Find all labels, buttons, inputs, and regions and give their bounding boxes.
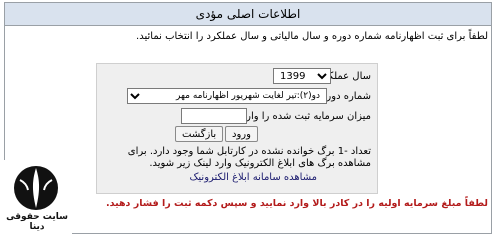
tax-form: سال عملکرد: 1399 شماره دوره: دو(۲):تیر ل… (96, 63, 378, 194)
unread-notice: تعداد -1 برگ خوانده نشده در کارتابل شما … (127, 146, 371, 169)
scales-icon (14, 166, 58, 210)
period-select[interactable]: دو(۲):تیر لغایت شهریور اظهارنامه مهر (127, 88, 327, 104)
year-select[interactable]: 1399 (273, 68, 331, 84)
back-button[interactable]: بازگشت (175, 126, 224, 142)
watermark-label: سایت حقوقی دینا (6, 212, 68, 232)
enter-button[interactable]: ورود (225, 126, 258, 142)
e-notice-link[interactable]: مشاهده سامانه ابلاغ الکترونیک (189, 172, 317, 183)
warning-text: لطفاً مبلغ سرمایه اولیه را در کادر بالا … (106, 198, 488, 209)
intro-text: لطفاً برای ثبت اظهارنامه شماره دوره و سا… (136, 31, 488, 42)
panel-title: اطلاعات اصلی مؤدی (5, 3, 491, 26)
capital-input[interactable] (181, 108, 247, 124)
